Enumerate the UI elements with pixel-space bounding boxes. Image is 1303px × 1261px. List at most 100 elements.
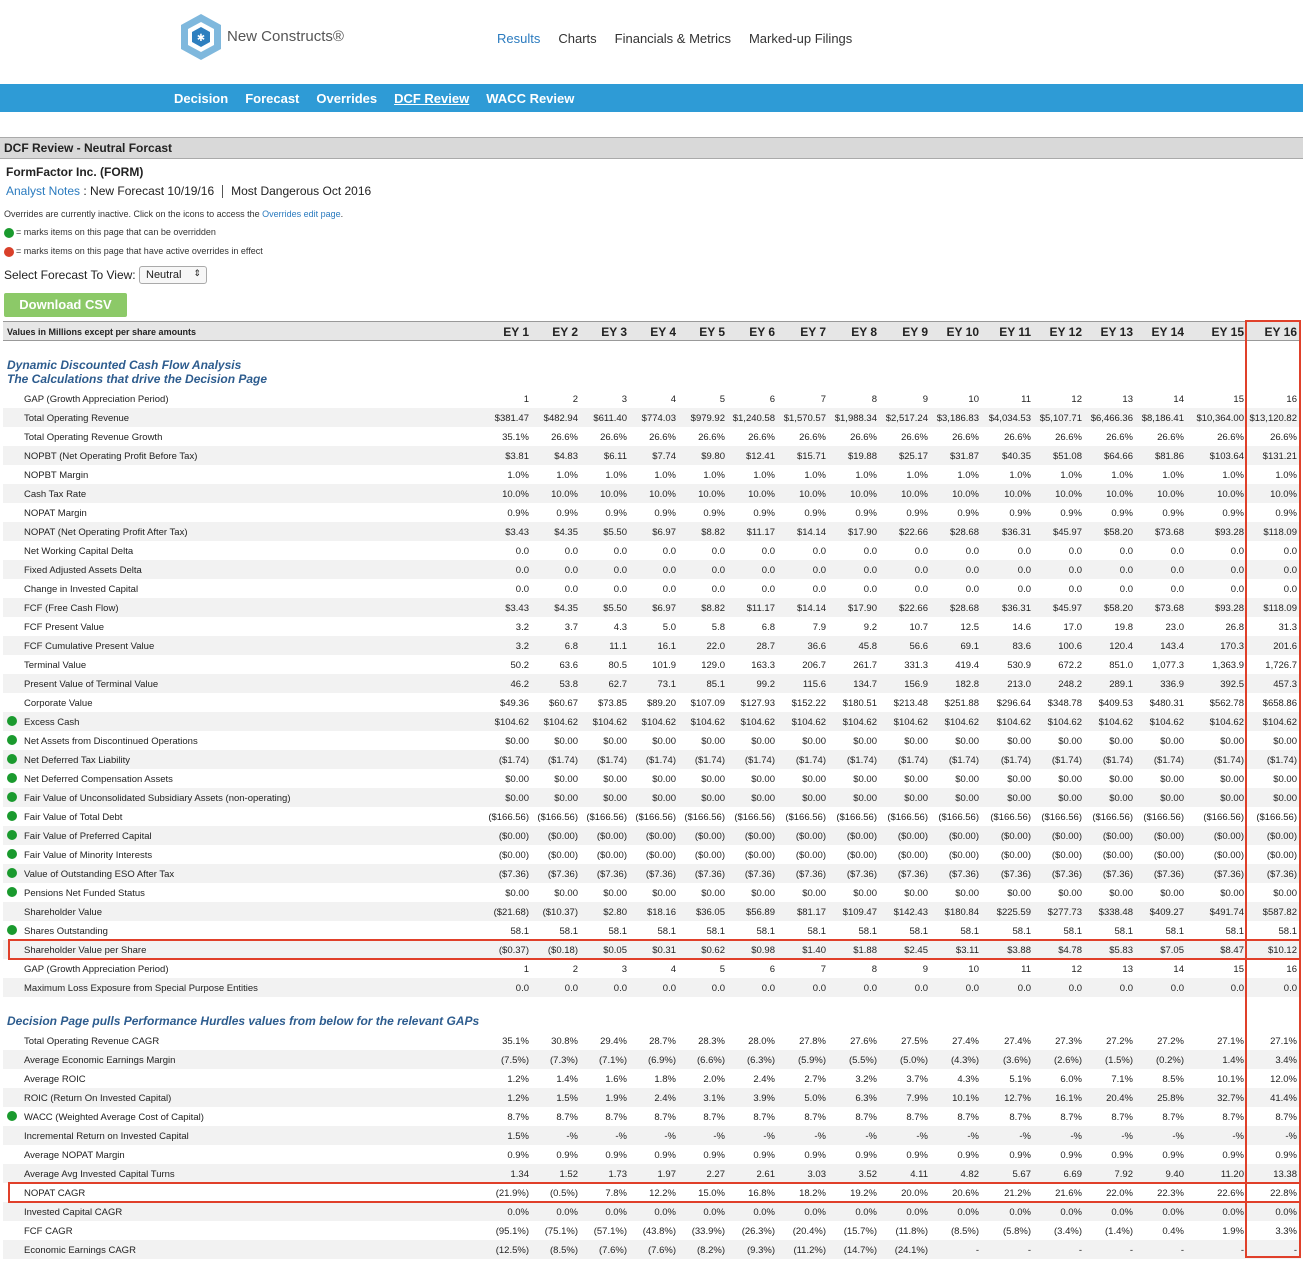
table-cell: 3.3%: [1275, 1226, 1297, 1237]
nav-charts[interactable]: Charts: [558, 31, 596, 46]
table-cell: 58.1: [1165, 926, 1185, 937]
subnav-decision[interactable]: Decision: [174, 91, 228, 106]
table-cell: ($1.74): [1153, 755, 1184, 766]
table-cell: $73.68: [1154, 527, 1184, 538]
company-name: FormFactor Inc. (FORM): [6, 165, 144, 179]
subnav-forecast[interactable]: Forecast: [245, 91, 299, 106]
table-row: Total Operating Revenue CAGR 35.1% 30.8% 29…: [3, 1031, 1301, 1050]
table-cell: 0.0%: [1162, 1207, 1184, 1218]
row-label: FCF (Free Cash Flow): [24, 603, 119, 614]
table-cell: 0.0: [1283, 546, 1297, 557]
row-label: NOPBT Margin: [24, 470, 89, 481]
column-header: EY 7: [800, 325, 826, 339]
table-row: Net Assets from Discontinued Operations $…: [3, 731, 1301, 750]
analyst-notes-link[interactable]: Analyst Notes: [6, 184, 80, 198]
table-cell: ($0.00): [1266, 850, 1297, 861]
table-cell: 31.3: [1278, 622, 1298, 633]
table-cell: ($7.36): [1266, 869, 1297, 880]
overrides-edit-link[interactable]: Overrides edit page: [262, 209, 341, 219]
table-row: NOPAT CAGR (21.9%) (0.5%) 7.8% 12.2% 15.0% 16.…: [3, 1183, 1301, 1202]
table-cell: 0.0: [1170, 565, 1184, 576]
override-dot-icon[interactable]: [7, 1111, 17, 1121]
legend-red: = marks items on this page that have act…: [4, 246, 263, 257]
row-label: FCF Present Value: [24, 622, 105, 633]
override-dot-icon[interactable]: [7, 792, 17, 802]
row-label: GAP (Growth Appreciation Period): [24, 394, 169, 405]
override-dot-icon[interactable]: [7, 811, 17, 821]
row-label: Value of Outstanding ESO After Tax: [24, 869, 175, 880]
row-label: Fair Value of Unconsolidated Subsidiary …: [24, 793, 291, 804]
override-dot-icon[interactable]: [7, 887, 17, 897]
table-cell: $0.00: [1273, 793, 1297, 804]
row-label: NOPAT (Net Operating Profit After Tax): [24, 527, 188, 538]
table-cell: $0.00: [1160, 774, 1184, 785]
table-cell: -%: [1172, 1131, 1184, 1142]
sub-nav: Decision Forecast Overrides DCF Review W…: [0, 84, 1303, 112]
nav-results[interactable]: Results: [497, 31, 540, 46]
override-dot-icon[interactable]: [7, 925, 17, 935]
table-cell: 0.9%: [1162, 1150, 1184, 1161]
row-label: Net Deferred Compensation Assets: [24, 774, 173, 785]
subnav-wacc-review[interactable]: WACC Review: [486, 91, 574, 106]
table-row: FCF Cumulative Present Value 3.2 6.8 11.1 16…: [3, 636, 1301, 655]
table-cell: ($1.74): [1266, 755, 1297, 766]
row-label: Shares Outstanding: [24, 926, 108, 937]
table-cell: 8.7%: [1162, 1112, 1184, 1123]
table-cell: ($0.00): [1266, 831, 1297, 842]
new-constructs-logo-icon[interactable]: ✱: [178, 12, 224, 62]
table-row: GAP (Growth Appreciation Period) 1 2 3 4 5 6 7 8…: [3, 959, 1301, 978]
override-dot-icon[interactable]: [7, 735, 17, 745]
table-cell: $0.00: [1273, 888, 1297, 899]
table-row: Invested Capital CAGR 0.0% 0.0% 0.0% 0.0% 0.0…: [3, 1202, 1301, 1221]
row-label: Total Operating Revenue Growth: [24, 432, 163, 443]
table-cell: 14: [1173, 394, 1184, 405]
table-row: Corporate Value $49.36 $60.67 $73.85 $89.20 $…: [3, 693, 1301, 712]
table-cell: 16: [1286, 964, 1297, 975]
analyst-notes-text: : New Forecast 10/19/16: [80, 184, 215, 198]
override-dot-icon[interactable]: [7, 716, 17, 726]
table-row: Average Economic Earnings Margin (7.5%) (7…: [3, 1050, 1301, 1069]
table-cell: 0.0: [1283, 983, 1297, 994]
override-dot-icon[interactable]: [7, 754, 17, 764]
overrides-info-prefix: Overrides are currently inactive. Click …: [4, 209, 263, 219]
forecast-select[interactable]: Neutral ⇕: [139, 266, 207, 284]
table-row: GAP (Growth Appreciation Period) 1 2 3 4 5 6 7 8…: [3, 389, 1301, 408]
column-header: EY 14: [1151, 325, 1184, 339]
table-cell: 0.0: [1170, 546, 1184, 557]
table-cell: 58.1: [1278, 926, 1298, 937]
table-cell: 27.1%: [1270, 1036, 1297, 1047]
top-nav: Results Charts Financials & Metrics Mark…: [497, 31, 852, 46]
table-cell: 1.0%: [1275, 470, 1297, 481]
download-csv-button[interactable]: Download CSV: [4, 293, 127, 317]
table-row: Economic Earnings CAGR (12.5%) (8.5%) (7.6%…: [3, 1240, 1301, 1259]
table-row: Excess Cash $104.62 $104.62 $104.62 $104.62 $…: [3, 712, 1301, 731]
table-cell: $0.00: [1160, 888, 1184, 899]
table-row: NOPAT Margin 0.9% 0.9% 0.9% 0.9% 0.9% 0.9% 0.9%…: [3, 503, 1301, 522]
row-label: Net Working Capital Delta: [24, 546, 134, 557]
table-cell: $587.82: [1262, 907, 1297, 918]
table-row: Net Deferred Compensation Assets $0.00 $0.…: [3, 769, 1301, 788]
nav-filings[interactable]: Marked-up Filings: [749, 31, 852, 46]
forecast-select-value: Neutral: [146, 269, 182, 281]
row-label: Average NOPAT Margin: [24, 1150, 125, 1161]
table-cell: -: [1180, 1245, 1184, 1256]
override-dot-icon[interactable]: [7, 830, 17, 840]
table-cell: 27.2%: [1157, 1036, 1184, 1047]
override-dot-icon[interactable]: [7, 868, 17, 878]
group1-title-line1: Dynamic Discounted Cash Flow Analysis: [7, 358, 242, 372]
table-cell: -%: [1285, 1131, 1297, 1142]
table-cell: 23.0: [1165, 622, 1185, 633]
row-label: FCF CAGR: [24, 1226, 73, 1237]
subnav-overrides[interactable]: Overrides: [316, 91, 377, 106]
override-dot-icon[interactable]: [7, 773, 17, 783]
table-cell: 13.38: [1273, 1169, 1297, 1180]
row-label: Present Value of Terminal Value: [24, 679, 159, 690]
nav-financials[interactable]: Financials & Metrics: [615, 31, 731, 46]
table-cell: 143.4: [1160, 641, 1184, 652]
table-row: Change in Invested Capital 0.0 0.0 0.0 0.0 0.…: [3, 579, 1301, 598]
column-header: EY 15: [1211, 325, 1244, 339]
subnav-dcf-review[interactable]: DCF Review: [394, 91, 469, 106]
override-dot-icon[interactable]: [7, 849, 17, 859]
row-label: Invested Capital CAGR: [24, 1207, 123, 1218]
row-label: Incremental Return on Invested Capital: [24, 1131, 189, 1142]
